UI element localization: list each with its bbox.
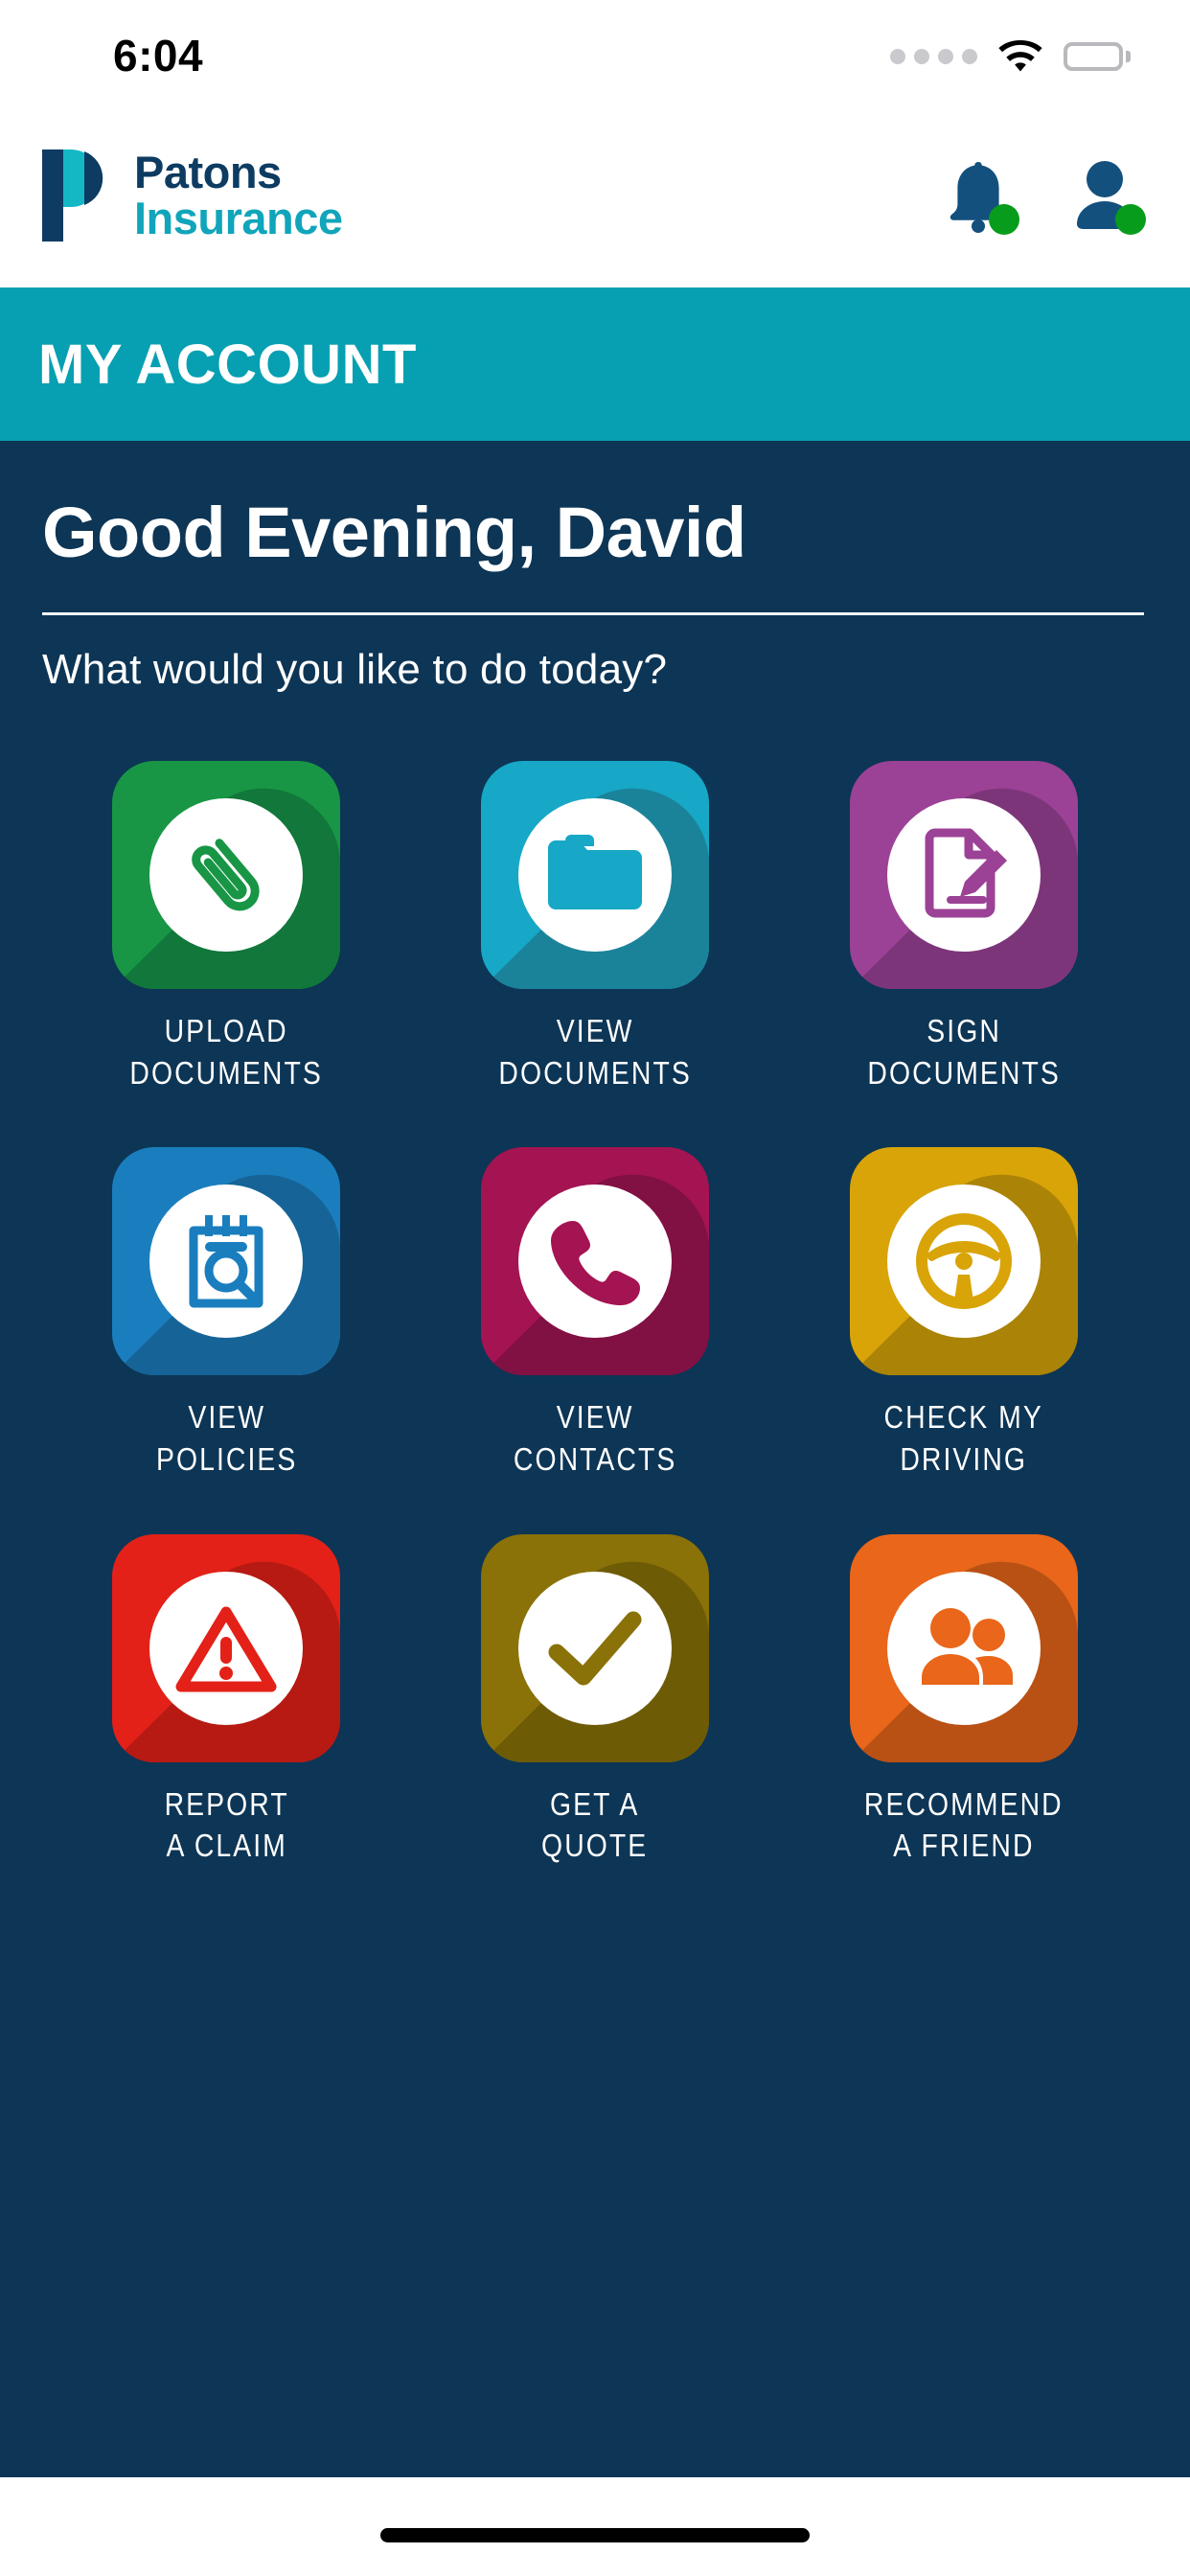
- heading-divider: [42, 612, 1144, 616]
- paperclip-icon: [149, 798, 304, 953]
- brand-logo[interactable]: Patons Insurance: [42, 150, 343, 242]
- action-tile[interactable]: GET A QUOTE: [411, 1533, 780, 1867]
- notifications-button[interactable]: [943, 158, 1019, 235]
- header-actions: [943, 158, 1146, 235]
- action-tile-icon-box[interactable]: [112, 1147, 341, 1376]
- action-tile-icon-box[interactable]: [849, 1147, 1078, 1376]
- action-tile-icon-box[interactable]: [480, 1147, 709, 1376]
- brand-name-line2: Insurance: [134, 193, 343, 243]
- action-tile[interactable]: VIEW POLICIES: [42, 1147, 411, 1480]
- action-tile-label: RECOMMEND A FRIEND: [863, 1785, 1064, 1864]
- greeting-heading: Good Evening, David: [42, 493, 746, 572]
- action-tile[interactable]: REPORT A CLAIM: [42, 1533, 411, 1867]
- action-tile[interactable]: VIEW DOCUMENTS: [411, 761, 780, 1093]
- main-content: Good Evening, David What would you like …: [0, 441, 1190, 2477]
- action-tile-icon-box[interactable]: [849, 761, 1078, 990]
- action-tile-label: VIEW CONTACTS: [513, 1399, 677, 1477]
- brand-wordmark: Patons Insurance: [134, 150, 343, 242]
- folder-icon: [517, 798, 672, 953]
- status-bar: 6:04: [0, 0, 1190, 104]
- checkmark-icon: [517, 1571, 672, 1725]
- document-pencil-icon: [886, 798, 1041, 953]
- action-tile-icon-box[interactable]: [480, 1533, 709, 1762]
- action-tile-icon-box[interactable]: [849, 1533, 1078, 1762]
- action-tile[interactable]: VIEW CONTACTS: [411, 1147, 780, 1480]
- battery-full-icon: [1064, 42, 1131, 71]
- page-title-bar: MY ACCOUNT: [0, 288, 1190, 441]
- action-tile[interactable]: SIGN DOCUMENTS: [779, 761, 1148, 1093]
- patons-p-logomark: [42, 150, 113, 242]
- steering-wheel-icon: [886, 1184, 1041, 1339]
- status-bar-time: 6:04: [113, 31, 204, 80]
- action-tile[interactable]: RECOMMEND A FRIEND: [779, 1533, 1148, 1867]
- brand-name-line1: Patons: [134, 147, 282, 198]
- warning-triangle-icon: [149, 1571, 304, 1725]
- action-tile-icon-box[interactable]: [112, 761, 341, 990]
- action-tile-label: REPORT A CLAIM: [164, 1785, 289, 1864]
- greeting-subtitle: What would you like to do today?: [42, 646, 668, 694]
- home-indicator[interactable]: [380, 2528, 810, 2542]
- action-tile[interactable]: CHECK MY DRIVING: [779, 1147, 1148, 1480]
- action-tile-label: SIGN DOCUMENTS: [866, 1013, 1061, 1091]
- action-tile-label: CHECK MY DRIVING: [883, 1399, 1043, 1477]
- action-tile-label: GET A QUOTE: [541, 1785, 649, 1864]
- notification-badge-dot: [989, 204, 1019, 235]
- action-tile-grid: UPLOAD DOCUMENTS VIEW DOCUMENTS SIGN DOCUMENT…: [42, 761, 1148, 1866]
- two-people-icon: [886, 1571, 1041, 1725]
- app-screen: 6:04 Patons Insurance MY ACCOUNT Good Ev…: [0, 0, 1190, 2576]
- app-header: Patons Insurance: [0, 104, 1190, 288]
- action-tile-icon-box[interactable]: [112, 1533, 341, 1762]
- phone-icon: [517, 1184, 672, 1339]
- account-button[interactable]: [1069, 158, 1146, 235]
- action-tile-icon-box[interactable]: [480, 761, 709, 990]
- wifi-icon: [998, 40, 1042, 73]
- notepad-search-icon: [149, 1184, 304, 1339]
- home-indicator-bar: [0, 2477, 1190, 2576]
- action-tile-label: UPLOAD DOCUMENTS: [129, 1013, 324, 1091]
- action-tile[interactable]: UPLOAD DOCUMENTS: [42, 761, 411, 1093]
- signal-dots-icon: [890, 49, 977, 64]
- page-title: MY ACCOUNT: [38, 333, 417, 396]
- status-bar-indicators: [890, 40, 1131, 73]
- action-tile-label: VIEW DOCUMENTS: [498, 1013, 692, 1091]
- action-tile-label: VIEW POLICIES: [155, 1399, 298, 1477]
- account-badge-dot: [1115, 204, 1146, 235]
